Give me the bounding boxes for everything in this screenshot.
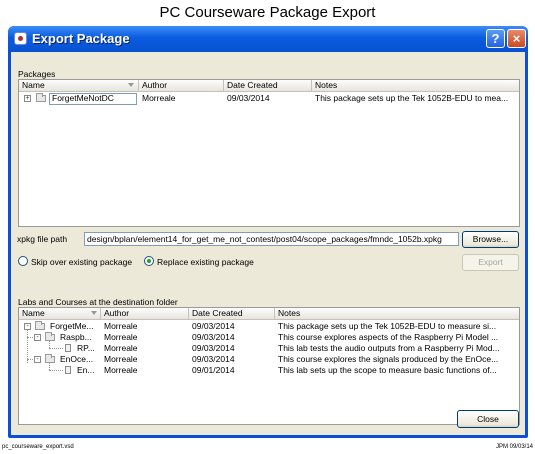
col-date-created[interactable]: Date Created bbox=[189, 308, 275, 319]
col-author[interactable]: Author bbox=[101, 308, 189, 319]
file-icon bbox=[65, 344, 71, 352]
radio-selected-dot bbox=[147, 259, 151, 263]
packages-header: Name Author Date Created Notes bbox=[19, 80, 519, 92]
table-row[interactable]: - EnOce... Morreale 09/03/2014 This cour… bbox=[19, 354, 519, 365]
close-window-button[interactable]: × bbox=[507, 29, 526, 48]
item-author: Morreale bbox=[104, 321, 138, 331]
document-title: PC Courseware Package Export bbox=[159, 4, 376, 21]
table-row[interactable]: - ForgetMe... Morreale 09/03/2014 This p… bbox=[19, 321, 519, 332]
window-title: Export Package bbox=[32, 31, 130, 46]
footer-filename: pc_courseware_export.vsd bbox=[2, 444, 74, 450]
item-name: EnOce... bbox=[60, 354, 94, 364]
col-notes[interactable]: Notes bbox=[312, 80, 519, 91]
packages-table[interactable]: Name Author Date Created Notes + ForgetM… bbox=[18, 79, 520, 227]
item-notes: This lab tests the audio outputs from a … bbox=[278, 343, 500, 353]
item-author: Morreale bbox=[104, 332, 138, 342]
package-name[interactable]: ForgetMeNotDC bbox=[49, 93, 137, 104]
file-path-label: xpkg file path bbox=[17, 234, 68, 244]
labs-label: Labs and Courses at the destination fold… bbox=[18, 297, 178, 307]
collapse-icon[interactable]: - bbox=[34, 334, 41, 341]
title-bar[interactable]: Export Package ? × bbox=[8, 26, 528, 52]
table-row[interactable]: + ForgetMeNotDC Morreale 09/03/2014 This… bbox=[19, 93, 519, 105]
item-name: En... bbox=[77, 365, 95, 375]
item-date: 09/03/2014 bbox=[192, 321, 235, 331]
replace-radio[interactable] bbox=[144, 256, 154, 266]
col-name[interactable]: Name bbox=[19, 308, 101, 319]
col-date-created[interactable]: Date Created bbox=[224, 80, 312, 91]
col-author[interactable]: Author bbox=[139, 80, 224, 91]
item-name: ForgetMe... bbox=[50, 321, 94, 331]
sort-arrow-icon bbox=[128, 83, 134, 87]
item-author: Morreale bbox=[104, 354, 138, 364]
folder-icon bbox=[35, 321, 45, 330]
packages-label: Packages bbox=[18, 69, 56, 79]
package-author: Morreale bbox=[142, 93, 176, 103]
skip-label[interactable]: Skip over existing package bbox=[31, 257, 132, 267]
close-button[interactable]: Close bbox=[457, 410, 519, 428]
dialog-body: Packages Name Author Date Created Notes … bbox=[11, 52, 525, 435]
item-date: 09/01/2014 bbox=[192, 365, 235, 375]
item-notes: This course explores the signals produce… bbox=[278, 354, 499, 364]
app-icon bbox=[14, 32, 27, 45]
folder-icon bbox=[45, 332, 55, 341]
sort-arrow-icon bbox=[91, 311, 97, 315]
item-date: 09/03/2014 bbox=[192, 343, 235, 353]
export-button[interactable]: Export bbox=[462, 254, 519, 271]
item-author: Morreale bbox=[104, 343, 138, 353]
item-name: RP... bbox=[77, 343, 95, 353]
item-notes: This lab sets up the scope to measure ba… bbox=[278, 365, 497, 375]
table-row[interactable]: En... Morreale 09/01/2014 This lab sets … bbox=[19, 365, 519, 376]
item-date: 09/03/2014 bbox=[192, 354, 235, 364]
item-name: Raspb... bbox=[60, 332, 92, 342]
labs-header: Name Author Date Created Notes bbox=[19, 308, 519, 320]
table-row[interactable]: - Raspb... Morreale 09/03/2014 This cour… bbox=[19, 332, 519, 343]
package-notes: This package sets up the Tek 1052B-EDU t… bbox=[315, 93, 509, 103]
footer-credit: JPM 09/03/14 bbox=[495, 444, 533, 450]
labs-table[interactable]: Name Author Date Created Notes - ForgetM… bbox=[18, 307, 520, 425]
export-package-window: Export Package ? × Packages Name Author … bbox=[8, 26, 528, 438]
item-notes: This course explores aspects of the Rasp… bbox=[278, 332, 499, 342]
file-icon bbox=[65, 366, 71, 374]
browse-button[interactable]: Browse... bbox=[462, 231, 519, 248]
replace-label[interactable]: Replace existing package bbox=[157, 257, 254, 267]
package-date: 09/03/2014 bbox=[227, 93, 270, 103]
table-row[interactable]: RP... Morreale 09/03/2014 This lab tests… bbox=[19, 343, 519, 354]
item-notes: This package sets up the Tek 1052B-EDU t… bbox=[278, 321, 497, 331]
col-notes[interactable]: Notes bbox=[275, 308, 519, 319]
item-date: 09/03/2014 bbox=[192, 332, 235, 342]
expand-icon[interactable]: + bbox=[24, 95, 31, 102]
item-author: Morreale bbox=[104, 365, 138, 375]
file-path-field[interactable]: design/bplan/element14_for_get_me_not_co… bbox=[84, 232, 459, 246]
help-button[interactable]: ? bbox=[486, 29, 505, 48]
folder-icon bbox=[45, 354, 55, 363]
col-name[interactable]: Name bbox=[19, 80, 139, 91]
skip-radio[interactable] bbox=[18, 256, 28, 266]
collapse-icon[interactable]: - bbox=[34, 356, 41, 363]
folder-icon bbox=[36, 93, 46, 102]
collapse-icon[interactable]: - bbox=[24, 323, 31, 330]
